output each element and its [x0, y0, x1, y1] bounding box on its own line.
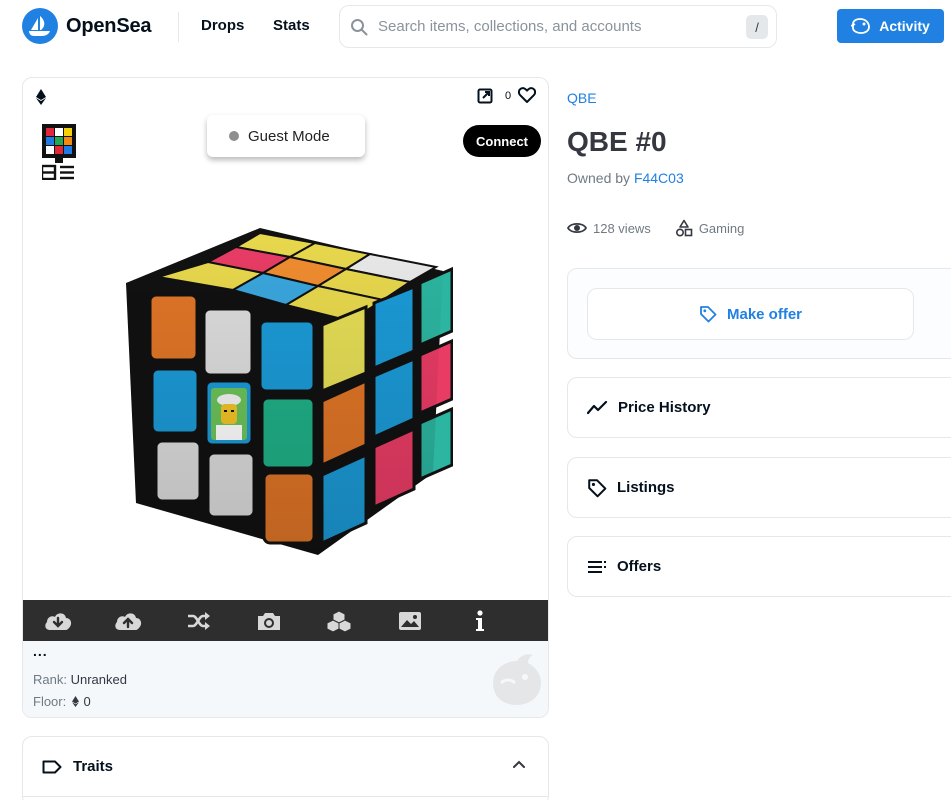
traits-label: Traits [73, 758, 114, 775]
ethereum-icon [36, 89, 46, 105]
rank-label: Rank: [33, 672, 67, 687]
upload-button[interactable] [93, 600, 163, 641]
ethereum-icon [71, 696, 79, 707]
listings-panel[interactable]: Listings [567, 457, 951, 518]
make-offer-button[interactable]: Make offer [587, 288, 914, 340]
floor-label: Floor: [33, 694, 67, 709]
item-stats: 128 views Gaming [567, 219, 744, 237]
offers-panel[interactable]: Offers [567, 536, 951, 597]
tag-outline-icon [42, 760, 62, 773]
activity-label: Activity [879, 18, 930, 34]
traits-panel: Traits [22, 736, 549, 800]
image-icon [398, 611, 421, 630]
activity-icon [851, 18, 871, 34]
more-options[interactable]: ... [33, 643, 48, 659]
camera-button[interactable] [234, 600, 304, 641]
shuffle-icon [187, 611, 210, 630]
top-header: OpenSea Drops Stats / Activity [0, 0, 951, 54]
item-title: QBE #0 [567, 126, 667, 157]
make-offer-label: Make offer [726, 305, 803, 323]
external-link-icon[interactable] [477, 88, 493, 104]
item-info-area: ... Rank: Unranked Floor: 0 [23, 641, 548, 717]
offer-panel: Make offer [567, 268, 951, 359]
category-stat[interactable]: Gaming [675, 219, 745, 237]
floor-value: 0 [83, 694, 91, 709]
header-divider [178, 12, 179, 42]
views-count: 128 views [593, 220, 651, 236]
info-button[interactable] [445, 600, 515, 641]
connect-button[interactable]: Connect [463, 125, 541, 157]
cubes-button[interactable] [304, 600, 374, 641]
upload-icon [115, 612, 142, 630]
search-bar[interactable]: / [339, 5, 777, 48]
image-button[interactable] [374, 600, 444, 641]
media-toolbar [23, 600, 548, 641]
chevron-up-icon[interactable] [512, 760, 526, 769]
guest-mode-badge: Guest Mode [207, 115, 365, 157]
category-shapes-icon [675, 219, 693, 237]
download-button[interactable] [23, 600, 93, 641]
qbe-logo [42, 124, 76, 180]
download-icon [45, 612, 72, 630]
favorites-count: 0 [505, 90, 512, 102]
listings-label: Listings [617, 479, 675, 496]
media-card: 0 Guest Mode Connect ... Rank: Unranked … [22, 77, 549, 718]
owned-by: Owned by F44C03 [567, 170, 684, 186]
shuffle-button[interactable] [164, 600, 234, 641]
activity-button[interactable]: Activity [837, 9, 944, 43]
price-history-panel[interactable]: Price History [567, 377, 951, 438]
search-shortcut-key: / [746, 15, 768, 39]
floor-row: Floor: 0 [33, 694, 91, 709]
owner-link[interactable]: F44C03 [634, 170, 684, 186]
owned-by-label: Owned by [567, 170, 631, 186]
rubiks-cube-image [126, 228, 453, 555]
whale-logo-watermark [493, 654, 541, 705]
heart-icon[interactable] [518, 87, 536, 103]
nav-drops[interactable]: Drops [201, 17, 244, 34]
tag-icon [700, 306, 717, 323]
category-label: Gaming [698, 220, 745, 236]
trending-line-icon [587, 400, 608, 414]
search-input[interactable] [378, 18, 738, 35]
rank-row: Rank: Unranked [33, 672, 127, 687]
traits-header[interactable]: Traits [23, 737, 548, 797]
rank-value: Unranked [70, 672, 127, 687]
offers-label: Offers [617, 558, 662, 575]
camera-icon [258, 612, 281, 630]
search-icon [351, 18, 368, 35]
tag-icon [588, 478, 607, 497]
eye-icon [567, 222, 587, 234]
nav-stats[interactable]: Stats [273, 17, 310, 34]
price-history-label: Price History [618, 399, 711, 416]
views-stat: 128 views [567, 221, 651, 236]
info-icon [475, 609, 484, 631]
opensea-logo[interactable]: OpenSea [22, 8, 152, 44]
avatar-sticker [211, 388, 247, 440]
brand-name: OpenSea [66, 14, 152, 37]
collection-link[interactable]: QBE [567, 90, 597, 106]
opensea-logo-icon [22, 8, 58, 44]
cubes-icon [326, 609, 352, 632]
list-icon [588, 560, 606, 573]
status-dot [229, 131, 239, 141]
guest-mode-label: Guest Mode [248, 127, 330, 145]
